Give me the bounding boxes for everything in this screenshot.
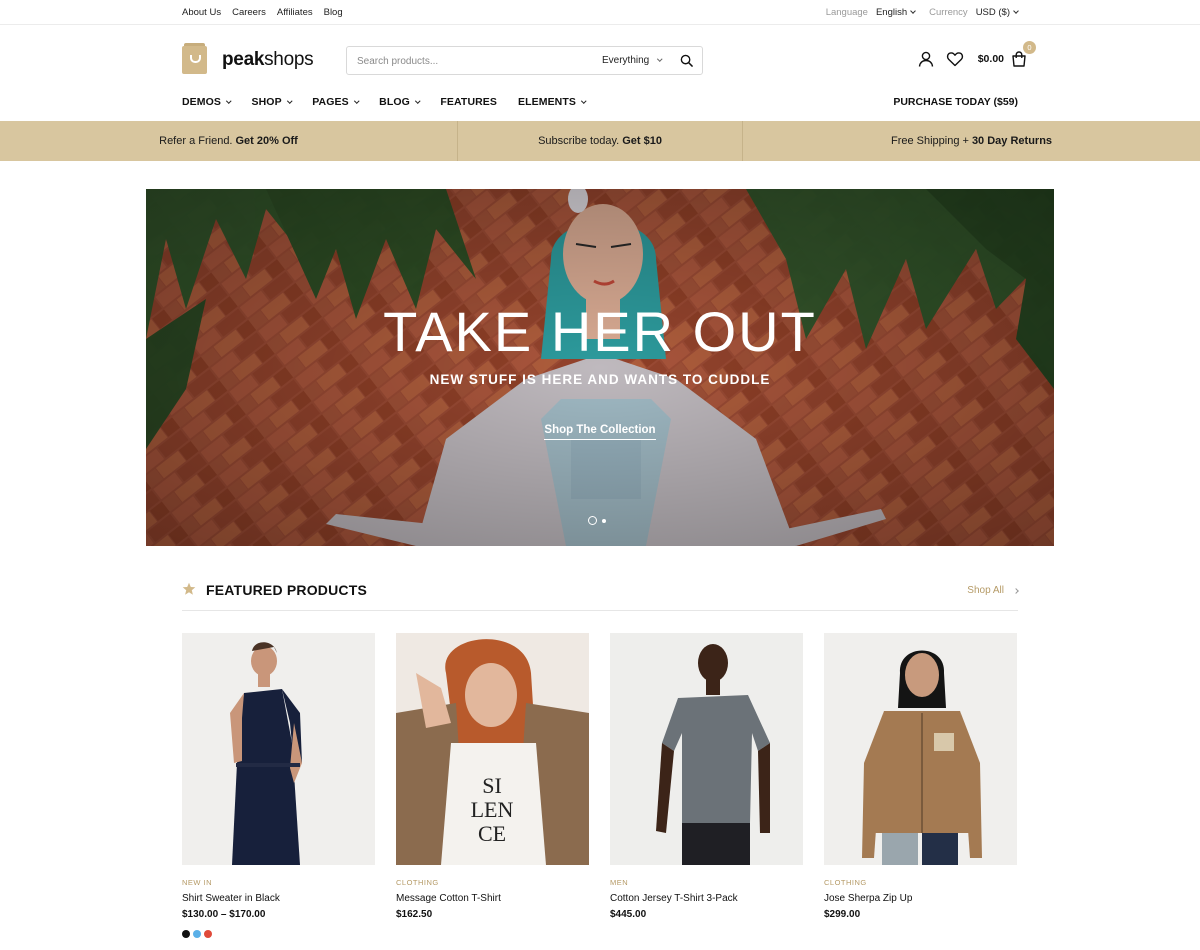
search-category-select[interactable]: Everything bbox=[602, 55, 663, 66]
top-bar: About Us Careers Affiliates Blog Languag… bbox=[0, 0, 1200, 25]
hero-title: TAKE HER OUT bbox=[383, 300, 817, 363]
product-image[interactable] bbox=[610, 633, 803, 865]
search-icon[interactable] bbox=[680, 54, 693, 67]
product-grid: NEW IN Shirt Sweater in Black $130.00 – … bbox=[182, 633, 1017, 938]
svg-text:SI: SI bbox=[482, 773, 502, 798]
hero-image bbox=[146, 189, 1054, 546]
product-name[interactable]: Jose Sherpa Zip Up bbox=[824, 893, 1017, 904]
slider-dot[interactable] bbox=[602, 518, 606, 523]
shop-collection-link[interactable]: Shop The Collection bbox=[544, 424, 656, 440]
shopping-bag-logo-icon bbox=[182, 43, 207, 74]
product-price: $299.00 bbox=[824, 909, 861, 920]
cart-count-badge: 0 bbox=[1023, 41, 1036, 54]
chevron-down-icon bbox=[415, 98, 421, 103]
language-value: English bbox=[875, 7, 908, 18]
user-account-icon[interactable] bbox=[917, 50, 935, 68]
product-category[interactable]: CLOTHING bbox=[396, 878, 589, 887]
product-category[interactable]: NEW IN bbox=[182, 878, 375, 887]
hero-banner: TAKE HER OUT NEW STUFF IS HERE AND WANTS… bbox=[146, 189, 1054, 546]
section-title: FEATURED PRODUCTS bbox=[206, 582, 368, 598]
search-bar: Everything bbox=[346, 46, 703, 75]
chevron-down-icon bbox=[226, 98, 232, 103]
product-name[interactable]: Message Cotton T-Shirt bbox=[396, 893, 589, 904]
swatch-blue[interactable] bbox=[193, 930, 201, 938]
product-price: $130.00 – $170.00 bbox=[182, 909, 266, 920]
product-card[interactable]: SI LEN CE CLOTHING Message Cotton T-Shir… bbox=[396, 633, 589, 938]
promo-refer[interactable]: Refer a Friend. Get 20% Off bbox=[0, 121, 458, 161]
main-nav: DEMOS SHOP PAGES BLOG FEATURES ELEMENTS bbox=[182, 96, 607, 108]
featured-header: FEATURED PRODUCTS Shop All bbox=[182, 580, 1019, 611]
currency-label: Currency bbox=[929, 7, 968, 18]
product-card[interactable]: CLOTHING Jose Sherpa Zip Up $299.00 bbox=[824, 633, 1017, 938]
swatch-black[interactable] bbox=[182, 930, 190, 938]
chevron-down-icon bbox=[657, 56, 663, 62]
nav-item-shop[interactable]: SHOP bbox=[252, 96, 292, 108]
product-category[interactable]: CLOTHING bbox=[824, 878, 1017, 887]
product-image[interactable] bbox=[824, 633, 1017, 865]
chevron-down-icon bbox=[353, 98, 359, 103]
nav-item-elements[interactable]: ELEMENTS bbox=[518, 96, 587, 108]
product-image[interactable] bbox=[182, 633, 375, 865]
language-select[interactable]: English bbox=[875, 7, 916, 18]
product-price: $162.50 bbox=[396, 909, 433, 920]
cart-total[interactable]: $0.00 bbox=[978, 53, 1004, 65]
top-links: About Us Careers Affiliates Blog bbox=[182, 7, 343, 18]
slider-dots bbox=[588, 516, 606, 525]
nav-item-blog[interactable]: BLOG bbox=[379, 96, 421, 108]
product-card[interactable]: NEW IN Shirt Sweater in Black $130.00 – … bbox=[182, 633, 375, 938]
chevron-down-icon bbox=[910, 8, 916, 14]
nav-item-features[interactable]: FEATURES bbox=[440, 96, 497, 108]
shop-all-link[interactable]: Shop All bbox=[967, 585, 1019, 596]
link-blog[interactable]: Blog bbox=[324, 7, 343, 18]
currency-value: USD ($) bbox=[975, 7, 1010, 18]
search-category-value: Everything bbox=[602, 55, 650, 66]
product-name[interactable]: Cotton Jersey T-Shirt 3-Pack bbox=[610, 893, 803, 904]
product-price: $445.00 bbox=[610, 909, 647, 920]
slider-dot-active[interactable] bbox=[588, 516, 597, 525]
header-actions: $0.00 0 bbox=[906, 41, 1036, 68]
star-icon bbox=[182, 582, 196, 595]
color-swatches bbox=[182, 930, 375, 938]
promo-subscribe[interactable]: Subscribe today. Get $10 bbox=[458, 121, 743, 161]
hero-subtitle: NEW STUFF IS HERE AND WANTS TO CUDDLE bbox=[429, 372, 771, 387]
swatch-red[interactable] bbox=[204, 930, 212, 938]
language-label: Language bbox=[825, 7, 868, 18]
locale-switchers: Language English Currency USD ($) bbox=[825, 7, 1019, 18]
link-about-us[interactable]: About Us bbox=[182, 7, 221, 18]
site-logo[interactable]: peakshops bbox=[182, 43, 314, 74]
logo-wordmark: peakshops bbox=[222, 49, 314, 70]
chevron-down-icon bbox=[581, 98, 587, 103]
promo-strip: Refer a Friend. Get 20% Off Subscribe tod… bbox=[0, 121, 1200, 161]
link-careers[interactable]: Careers bbox=[232, 7, 266, 18]
chevron-right-icon bbox=[1013, 587, 1019, 594]
svg-text:CE: CE bbox=[478, 821, 506, 846]
nav-item-demos[interactable]: DEMOS bbox=[182, 96, 232, 108]
product-category[interactable]: MEN bbox=[610, 878, 803, 887]
promo-shipping[interactable]: Free Shipping +30 Day Returns bbox=[743, 121, 1200, 161]
link-affiliates[interactable]: Affiliates bbox=[277, 7, 313, 18]
purchase-link[interactable]: PURCHASE TODAY ($59) bbox=[893, 96, 1018, 108]
product-image[interactable]: SI LEN CE bbox=[396, 633, 589, 865]
chevron-down-icon bbox=[1013, 8, 1019, 14]
chevron-down-icon bbox=[286, 98, 292, 103]
product-name[interactable]: Shirt Sweater in Black bbox=[182, 893, 375, 904]
cart-button[interactable]: 0 bbox=[1010, 41, 1036, 68]
currency-select[interactable]: USD ($) bbox=[975, 7, 1019, 18]
product-card[interactable]: MEN Cotton Jersey T-Shirt 3-Pack $445.00 bbox=[610, 633, 803, 938]
heart-wishlist-icon[interactable] bbox=[946, 50, 964, 68]
svg-text:LEN: LEN bbox=[471, 797, 514, 822]
nav-item-pages[interactable]: PAGES bbox=[312, 96, 359, 108]
hero-cta: Shop The Collection bbox=[146, 420, 1054, 440]
search-input[interactable] bbox=[357, 53, 587, 69]
